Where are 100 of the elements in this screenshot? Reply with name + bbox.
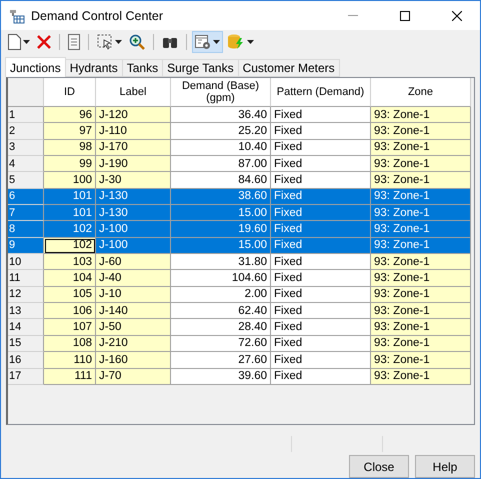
row-header[interactable]: 2: [8, 123, 44, 140]
table-cell: Fixed: [271, 172, 371, 189]
row-header[interactable]: 17: [8, 368, 44, 385]
table-cell: 103: [44, 254, 96, 270]
table-cell: J-100: [96, 221, 171, 238]
tab[interactable]: Tanks: [122, 59, 164, 77]
table-cell: 93: Zone-1: [371, 221, 471, 238]
table-cell: J-120: [96, 107, 171, 124]
table-cell: 2.00: [171, 286, 271, 304]
tab[interactable]: Junctions: [5, 57, 66, 77]
row-header[interactable]: 5: [8, 172, 44, 189]
table-cell: J-160: [96, 352, 171, 368]
table-cell: 111: [44, 368, 96, 385]
table-cell: 97: [44, 123, 96, 140]
table-cell: Fixed: [271, 336, 371, 352]
table-cell: 93: Zone-1: [371, 286, 471, 304]
table-cell: J-70: [96, 368, 171, 385]
close-dialog-button[interactable]: Close: [349, 455, 409, 478]
table-cell: 27.60: [171, 352, 271, 368]
window-title: Demand Control Center: [31, 8, 164, 22]
table-cell: Fixed: [271, 188, 371, 206]
row-header[interactable]: 4: [8, 156, 44, 172]
row-header[interactable]: 7: [8, 205, 44, 222]
row-header[interactable]: 14: [8, 319, 44, 336]
tab[interactable]: Surge Tanks: [162, 59, 239, 77]
column-header[interactable]: Pattern (Demand): [271, 78, 371, 107]
table-cell: Fixed: [271, 156, 371, 172]
table-cell: 15.00: [171, 238, 271, 254]
table-cell: 99: [44, 156, 96, 172]
table-cell: 93: Zone-1: [371, 238, 471, 254]
table-cell: 93: Zone-1: [371, 368, 471, 385]
table-cell: Fixed: [271, 368, 371, 385]
table-cell: 93: Zone-1: [371, 303, 471, 320]
row-header[interactable]: 12: [8, 286, 44, 304]
table-cell: 110: [44, 352, 96, 368]
row-header[interactable]: 16: [8, 352, 44, 368]
table-cell: Fixed: [271, 303, 371, 320]
column-header[interactable]: Demand (Base) (gpm): [171, 78, 271, 107]
tab[interactable]: Hydrants: [64, 59, 123, 77]
report-icon: [68, 34, 80, 50]
table-cell: 62.40: [171, 303, 271, 320]
table-cell: 25.20: [171, 123, 271, 140]
table-cell: 87.00: [171, 156, 271, 172]
row-header[interactable]: 10: [8, 254, 44, 270]
table-cell: 15.00: [171, 205, 271, 222]
table-cell: J-100: [96, 238, 171, 254]
table-cell: 93: Zone-1: [371, 336, 471, 352]
table-cell: 98: [44, 140, 96, 156]
row-header[interactable]: 13: [8, 303, 44, 320]
database-lightning-icon: [227, 34, 245, 50]
row-header[interactable]: 15: [8, 336, 44, 352]
row-header[interactable]: 8: [8, 221, 44, 238]
delete-icon: [37, 35, 51, 49]
help-button[interactable]: Help: [415, 455, 475, 478]
table-cell: 36.40: [171, 107, 271, 124]
table-cell: 38.60: [171, 188, 271, 206]
table-cell: J-210: [96, 336, 171, 352]
maximize-icon: [400, 10, 410, 20]
selection-icon: [97, 34, 113, 50]
table-cell: Fixed: [271, 205, 371, 222]
table-cell: 96: [44, 107, 96, 124]
table-cell: J-110: [96, 123, 171, 140]
app-icon: [9, 8, 25, 24]
document-icon: [8, 34, 21, 50]
toolbar-button[interactable]: [5, 31, 33, 53]
row-header[interactable]: 6: [8, 188, 44, 206]
table-cell: J-130: [96, 188, 171, 206]
column-header[interactable]: ID: [44, 78, 96, 107]
table-cell: 101: [44, 188, 96, 206]
table-cell: 93: Zone-1: [371, 205, 471, 222]
table-cell: J-130: [96, 205, 171, 222]
table-cell: 100: [44, 172, 96, 189]
tab[interactable]: Customer Meters: [238, 59, 340, 77]
table-cell: 28.40: [171, 319, 271, 336]
toolbar-button[interactable]: [192, 31, 223, 53]
table-cell: J-50: [96, 319, 171, 336]
table-cell: J-140: [96, 303, 171, 320]
column-header[interactable]: Label: [96, 78, 171, 107]
table-cell: Fixed: [271, 270, 371, 287]
table-cell: 72.60: [171, 336, 271, 352]
table-cell: 108: [44, 336, 96, 352]
toolbar-button[interactable]: [65, 31, 83, 53]
row-header[interactable]: 9: [8, 238, 44, 254]
row-header[interactable]: 11: [8, 270, 44, 287]
table-cell: J-170: [96, 140, 171, 156]
table-cell: 84.60: [171, 172, 271, 189]
table-cell: 31.80: [171, 254, 271, 270]
column-header[interactable]: Zone: [371, 78, 471, 107]
table-cell: 93: Zone-1: [371, 156, 471, 172]
row-header[interactable]: 3: [8, 140, 44, 156]
table-cell: 102: [44, 238, 96, 254]
row-header[interactable]: 1: [8, 107, 44, 124]
table-cell: Fixed: [271, 140, 371, 156]
table-cell: Fixed: [271, 254, 371, 270]
table-cell: 105: [44, 286, 96, 304]
table-cell: 101: [44, 205, 96, 222]
zoom-icon: [129, 34, 145, 50]
table-cell: 93: Zone-1: [371, 140, 471, 156]
table-cell: J-60: [96, 254, 171, 270]
table-cell: Fixed: [271, 352, 371, 368]
